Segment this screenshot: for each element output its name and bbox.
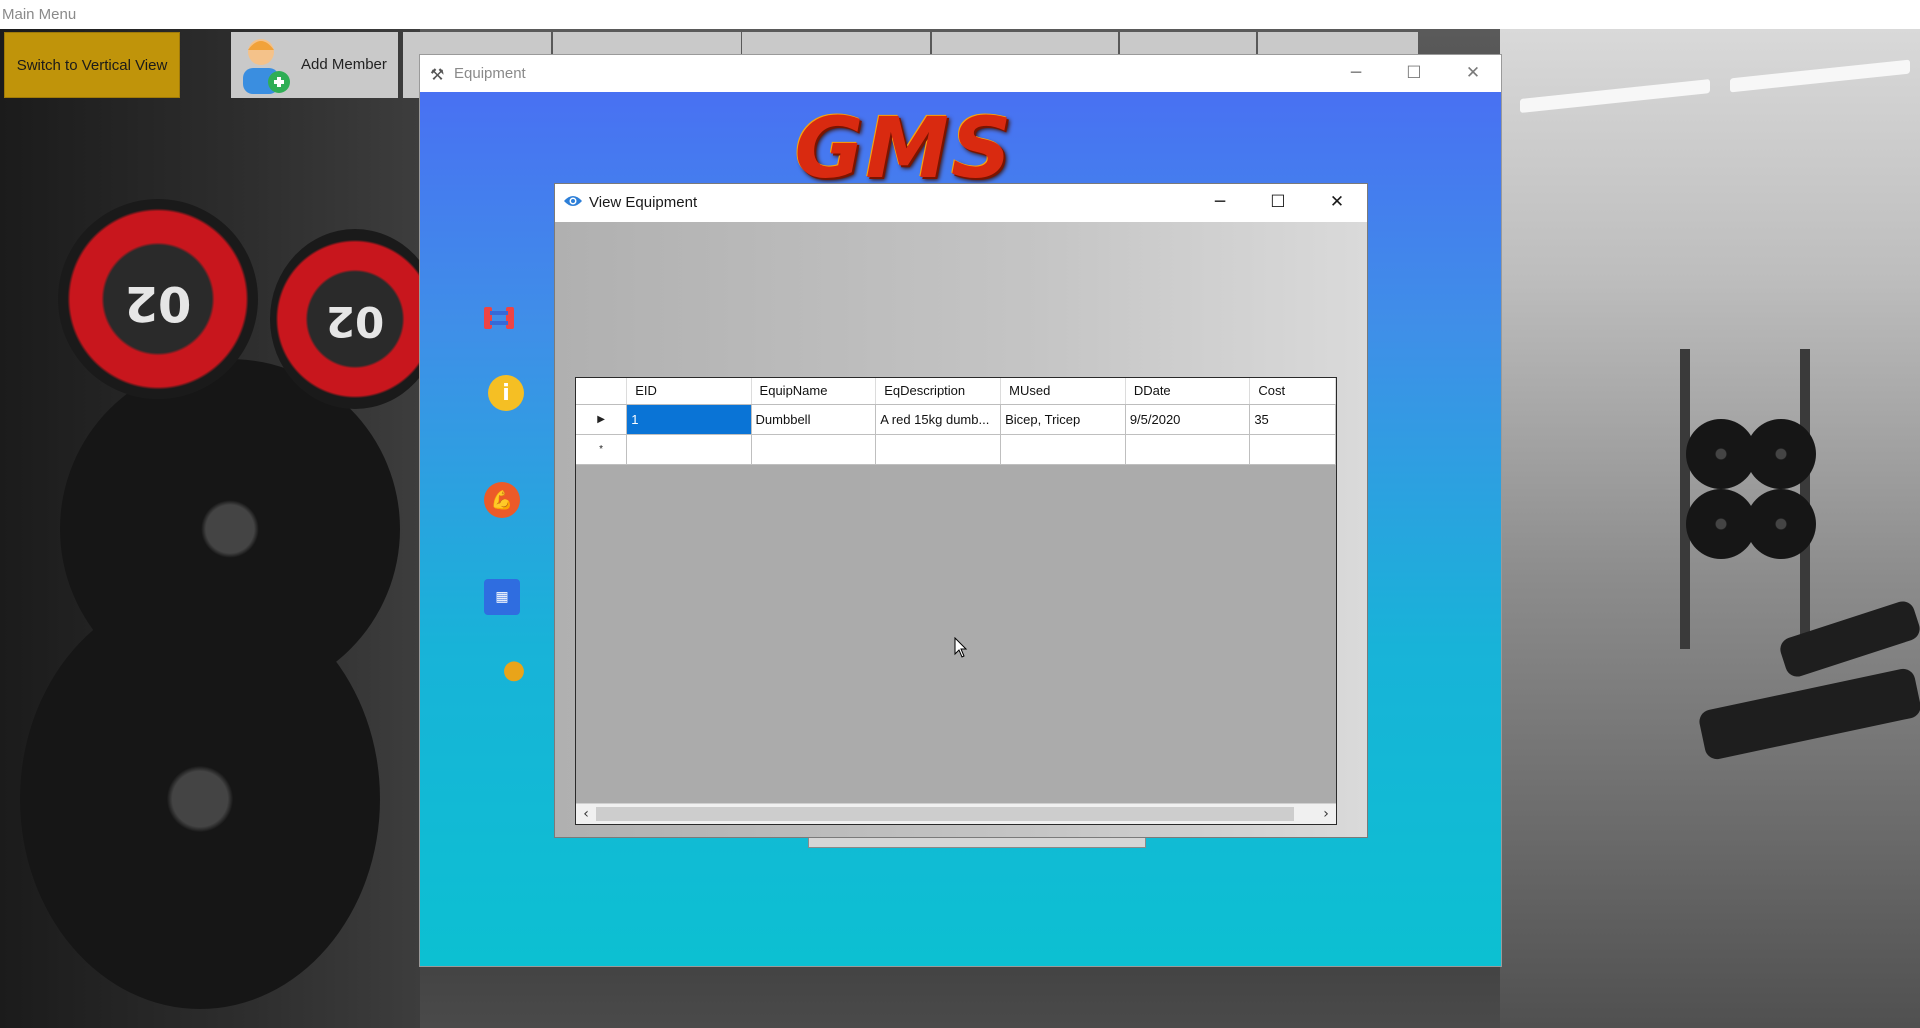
window-title: Main Menu [2,6,77,23]
new-cell-cost[interactable] [1249,434,1336,465]
horizontal-scrollbar[interactable]: ‹ › [576,803,1336,824]
main-titlebar: Main Menu [0,0,1920,29]
switch-view-button[interactable]: Switch to Vertical View [4,32,180,98]
cell-cost[interactable]: 35 [1249,404,1336,435]
dumbbell-rack-image: 02 02 [0,29,440,1028]
equipment-icon[interactable] [481,300,517,336]
new-cell-eid[interactable] [626,434,752,465]
new-cell-ddate[interactable] [1125,434,1251,465]
muscle-icon[interactable]: 💪 [484,482,520,518]
gym-floor-image [1500,29,1920,1028]
view-equipment-titlebar: View Equipment ─ ☐ ✕ [555,184,1367,222]
new-cell-equipname[interactable] [751,434,877,465]
column-header-equipname[interactable]: EquipName [751,378,877,405]
gms-logo: GMS [794,99,1014,197]
info-icon[interactable]: i [488,375,524,411]
cell-ddate[interactable]: 9/5/2020 [1125,404,1251,435]
dialog-maximize-button[interactable]: ☐ [1255,188,1301,216]
mouse-cursor-icon [954,637,968,658]
new-row[interactable]: * [576,434,1336,465]
current-row-indicator[interactable]: ▶ [576,404,628,435]
dialog-close-button[interactable]: ✕ [1314,188,1360,216]
new-row-indicator[interactable]: * [576,434,628,465]
dialog-minimize-button[interactable]: ─ [1197,188,1243,216]
coins-icon[interactable]: ● [496,652,532,688]
column-header-eid[interactable]: EID [626,378,752,405]
close-button[interactable]: ✕ [1450,59,1496,87]
column-header-eqdescription[interactable]: EqDescription [875,378,1002,405]
equipment-titlebar: ⚒ Equipment ─ ☐ ✕ [420,55,1501,92]
cell-mused[interactable]: Bicep, Tricep [1000,404,1126,435]
cell-eqdescription[interactable]: A red 15kg dumb... [875,404,1002,435]
new-cell-mused[interactable] [1000,434,1126,465]
grid-header-row: EID EquipName EqDescription MUsed DDate … [576,378,1336,405]
dumbbell-icon: ⚒ [430,67,445,84]
column-header-ddate[interactable]: DDate [1125,378,1251,405]
scroll-left-icon[interactable]: ‹ [577,806,595,822]
view-equipment-title: View Equipment [589,194,698,211]
add-member-icon [243,39,290,94]
hidden-button-strip [808,837,1146,848]
calendar-icon[interactable]: ▦ [484,579,520,615]
row-header-corner[interactable] [576,378,628,405]
equipment-data-grid[interactable]: EID EquipName EqDescription MUsed DDate … [575,377,1337,825]
table-row[interactable]: ▶ 1 Dumbbell A red 15kg dumb... Bicep, T… [576,404,1336,435]
add-member-button[interactable]: Add Member [231,32,398,98]
maximize-button[interactable]: ☐ [1391,59,1437,87]
equipment-window-title: Equipment [454,65,526,82]
dumbbell-plate-right: 02 [270,229,440,409]
view-equipment-dialog: View Equipment ─ ☐ ✕ EID EquipName EqDes… [554,183,1368,838]
dumbbell-plate-left: 02 [58,199,258,399]
eye-icon [564,196,582,206]
cell-eid[interactable]: 1 [626,404,752,435]
new-cell-eqdescription[interactable] [875,434,1002,465]
column-header-cost[interactable]: Cost [1249,378,1336,405]
add-member-label: Add Member [301,56,387,73]
scrollbar-thumb[interactable] [596,807,1294,821]
minimize-button[interactable]: ─ [1333,59,1379,87]
cell-equipname[interactable]: Dumbbell [751,404,877,435]
scroll-right-icon[interactable]: › [1317,806,1335,822]
column-header-mused[interactable]: MUsed [1000,378,1126,405]
